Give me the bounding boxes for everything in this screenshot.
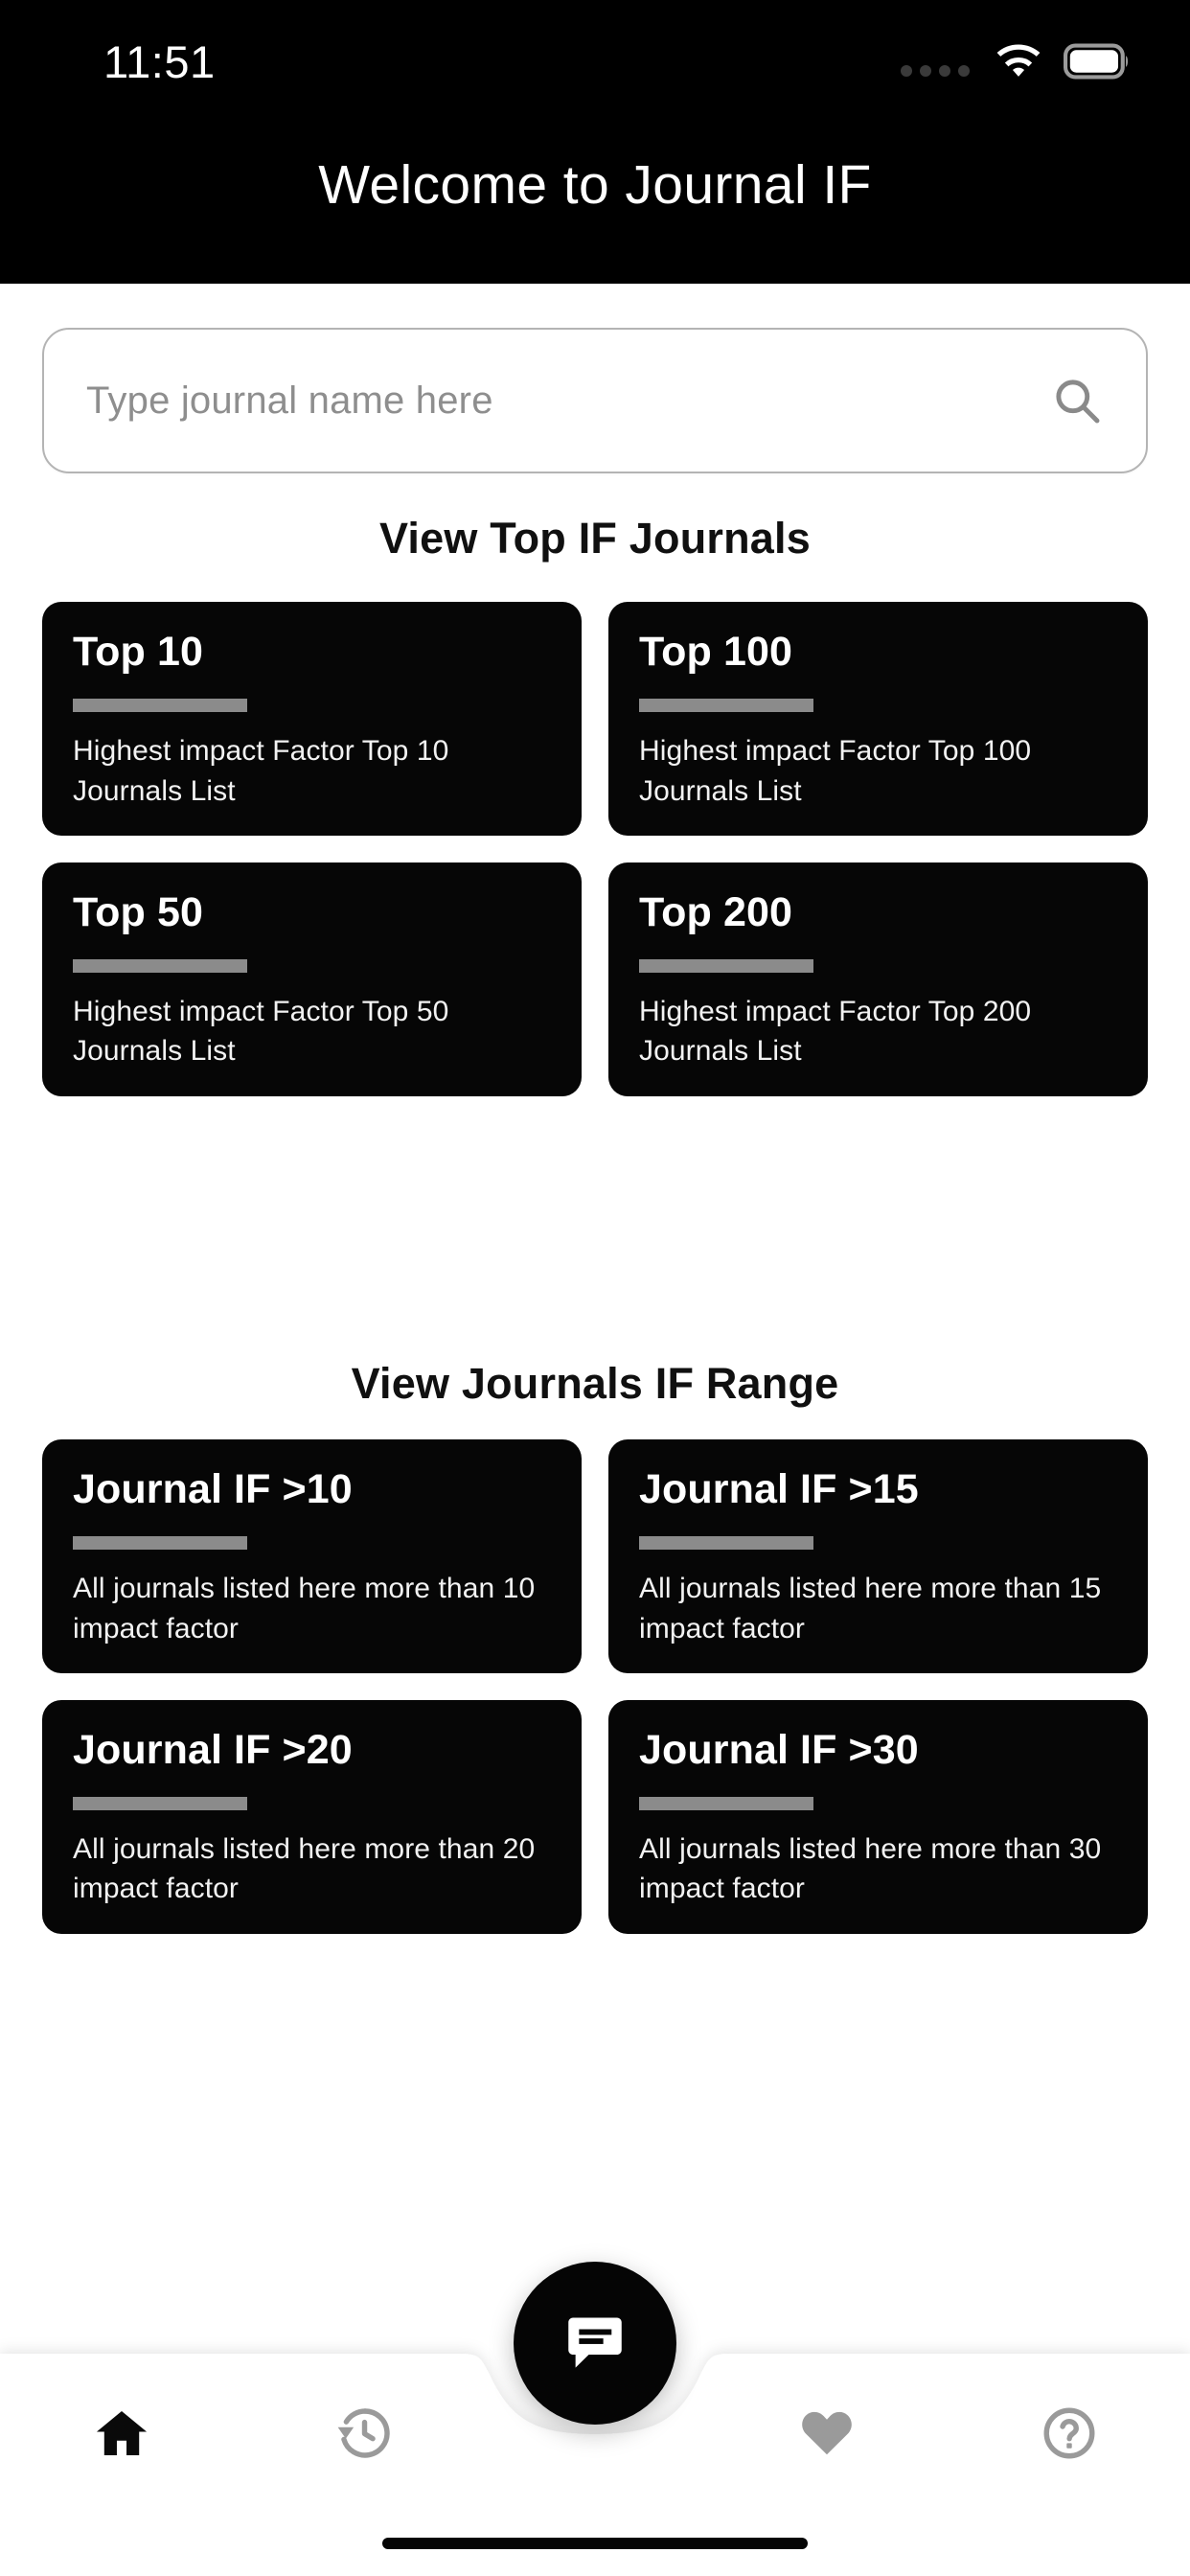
status-time: 11:51	[103, 35, 216, 87]
card-description: Highest impact Factor Top 200 Journals L…	[639, 996, 1032, 1068]
signal-dots-icon	[901, 46, 970, 77]
nav-item-help[interactable]	[948, 2371, 1190, 2496]
card-description: Highest impact Factor Top 50 Journals Li…	[73, 996, 449, 1068]
card-description: All journals listed here more than 15 im…	[639, 1573, 1102, 1644]
card-title: Top 10	[73, 629, 203, 675]
chat-bubble-icon	[568, 2317, 622, 2368]
card-description: All journals listed here more than 20 im…	[73, 1833, 536, 1905]
chat-fab-button[interactable]	[514, 2262, 676, 2425]
card-title: Top 100	[639, 629, 792, 675]
card-top-50[interactable]: Top 50 Highest impact Factor Top 50 Jour…	[42, 862, 582, 1096]
nav-item-favorites[interactable]	[705, 2371, 948, 2496]
card-title: Journal IF >20	[73, 1726, 353, 1773]
card-journal-if-gt-20[interactable]: Journal IF >20 All journals listed here …	[42, 1699, 582, 1934]
search-icon[interactable]	[1050, 374, 1104, 427]
card-description: All journals listed here more than 10 im…	[73, 1573, 536, 1644]
card-title: Journal IF >30	[639, 1726, 919, 1773]
nav-item-home[interactable]	[0, 2371, 242, 2496]
nav-item-history[interactable]	[242, 2371, 485, 2496]
card-journal-if-gt-10[interactable]: Journal IF >10 All journals listed here …	[42, 1439, 582, 1673]
status-icons	[901, 32, 1131, 80]
card-divider	[639, 1797, 813, 1811]
card-description: Highest impact Factor Top 100 Journals L…	[639, 735, 1032, 807]
home-icon	[96, 2411, 147, 2455]
card-grid-top-if-journals: Top 10 Highest impact Factor Top 10 Jour…	[42, 602, 1148, 1096]
card-title: Journal IF >15	[639, 1466, 919, 1512]
app-screen: 11:51 Welcome to Journal IF Type journal…	[0, 0, 1190, 2576]
battery-icon	[1064, 43, 1129, 80]
card-top-200[interactable]: Top 200 Highest impact Factor Top 200 Jo…	[608, 862, 1148, 1096]
card-divider	[73, 1797, 247, 1811]
card-top-10[interactable]: Top 10 Highest impact Factor Top 10 Jour…	[42, 602, 582, 836]
status-bar: 11:51	[0, 0, 1190, 111]
card-description: All journals listed here more than 30 im…	[639, 1833, 1102, 1905]
card-top-100[interactable]: Top 100 Highest impact Factor Top 100 Jo…	[608, 602, 1148, 836]
card-divider	[73, 699, 247, 713]
card-divider	[73, 959, 247, 974]
search-input[interactable]	[86, 379, 1050, 423]
card-journal-if-gt-15[interactable]: Journal IF >15 All journals listed here …	[608, 1439, 1148, 1673]
help-circle-icon	[1043, 2407, 1094, 2459]
card-title: Journal IF >10	[73, 1466, 353, 1512]
section-heading-journals-if-range: View Journals IF Range	[351, 1359, 839, 1408]
card-divider	[639, 699, 813, 713]
card-description: Highest impact Factor Top 10 Journals Li…	[73, 735, 449, 807]
bottom-navigation-bar	[0, 2262, 1190, 2576]
search-bar[interactable]	[42, 328, 1148, 473]
page-title: Welcome to Journal IF	[318, 154, 872, 216]
card-divider	[639, 1536, 813, 1551]
app-header: 11:51 Welcome to Journal IF	[0, 0, 1190, 284]
section-heading-top-if-journals: View Top IF Journals	[379, 514, 811, 563]
card-divider	[73, 1536, 247, 1551]
home-indicator	[382, 2538, 808, 2549]
wifi-icon	[996, 44, 1041, 77]
card-journal-if-gt-30[interactable]: Journal IF >30 All journals listed here …	[608, 1699, 1148, 1934]
card-title: Top 200	[639, 888, 792, 935]
card-title: Top 50	[73, 888, 203, 935]
heart-icon	[801, 2411, 852, 2455]
card-grid-journals-if-range: Journal IF >10 All journals listed here …	[42, 1439, 1148, 1934]
card-divider	[639, 959, 813, 974]
history-icon	[337, 2408, 390, 2458]
